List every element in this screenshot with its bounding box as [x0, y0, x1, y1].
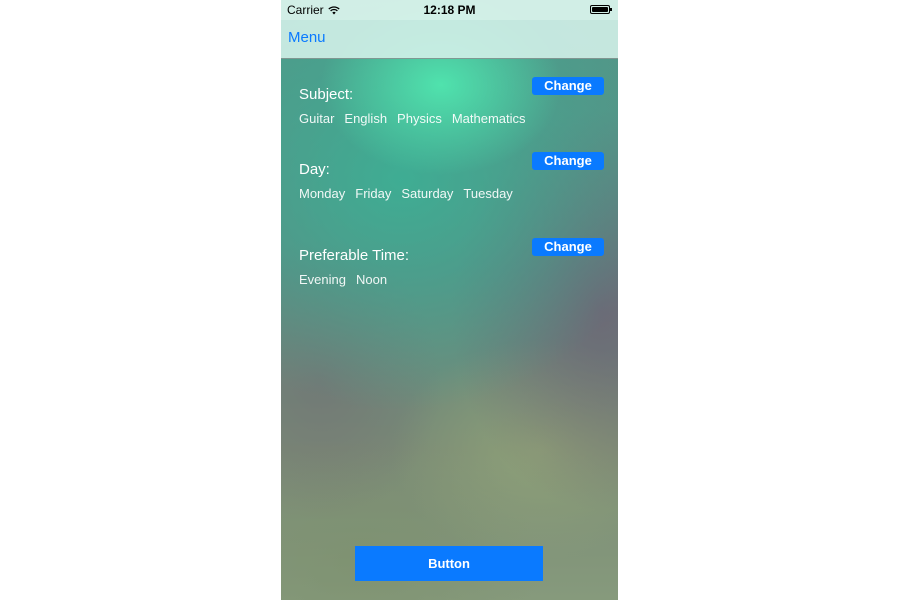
subject-item: English [344, 111, 388, 126]
time-list: Evening Noon [299, 272, 387, 287]
primary-button[interactable]: Button [355, 546, 543, 581]
time-item: Evening [299, 272, 346, 287]
day-item: Tuesday [463, 186, 513, 201]
subject-item: Mathematics [451, 111, 526, 126]
phone-screen: Carrier 12:18 PM Menu Subject: Change Gu… [281, 0, 618, 600]
subject-list: Guitar English Physics Mathematics [299, 111, 526, 126]
day-item: Saturday [401, 186, 454, 201]
change-day-button[interactable]: Change [532, 152, 604, 170]
day-list: Monday Friday Saturday Tuesday [299, 186, 513, 201]
time-item: Noon [355, 272, 388, 287]
menu-button[interactable]: Menu [288, 29, 326, 46]
section-title: Day: [299, 161, 330, 178]
section-title: Preferable Time: [299, 247, 410, 264]
battery-nub [610, 8, 612, 11]
navigation-bar: Menu [281, 20, 618, 59]
section-title: Subject: [299, 86, 354, 103]
battery-icon [590, 5, 612, 14]
battery-fill [592, 7, 608, 12]
change-time-button[interactable]: Change [532, 238, 604, 256]
status-bar: Carrier 12:18 PM [281, 0, 618, 20]
subject-item: Physics [397, 111, 442, 126]
day-item: Monday [299, 186, 346, 201]
clock-label: 12:18 PM [423, 3, 476, 17]
subject-item: Guitar [299, 111, 335, 126]
change-subject-button[interactable]: Change [532, 77, 604, 95]
day-item: Friday [355, 186, 392, 201]
battery-body [590, 5, 610, 14]
